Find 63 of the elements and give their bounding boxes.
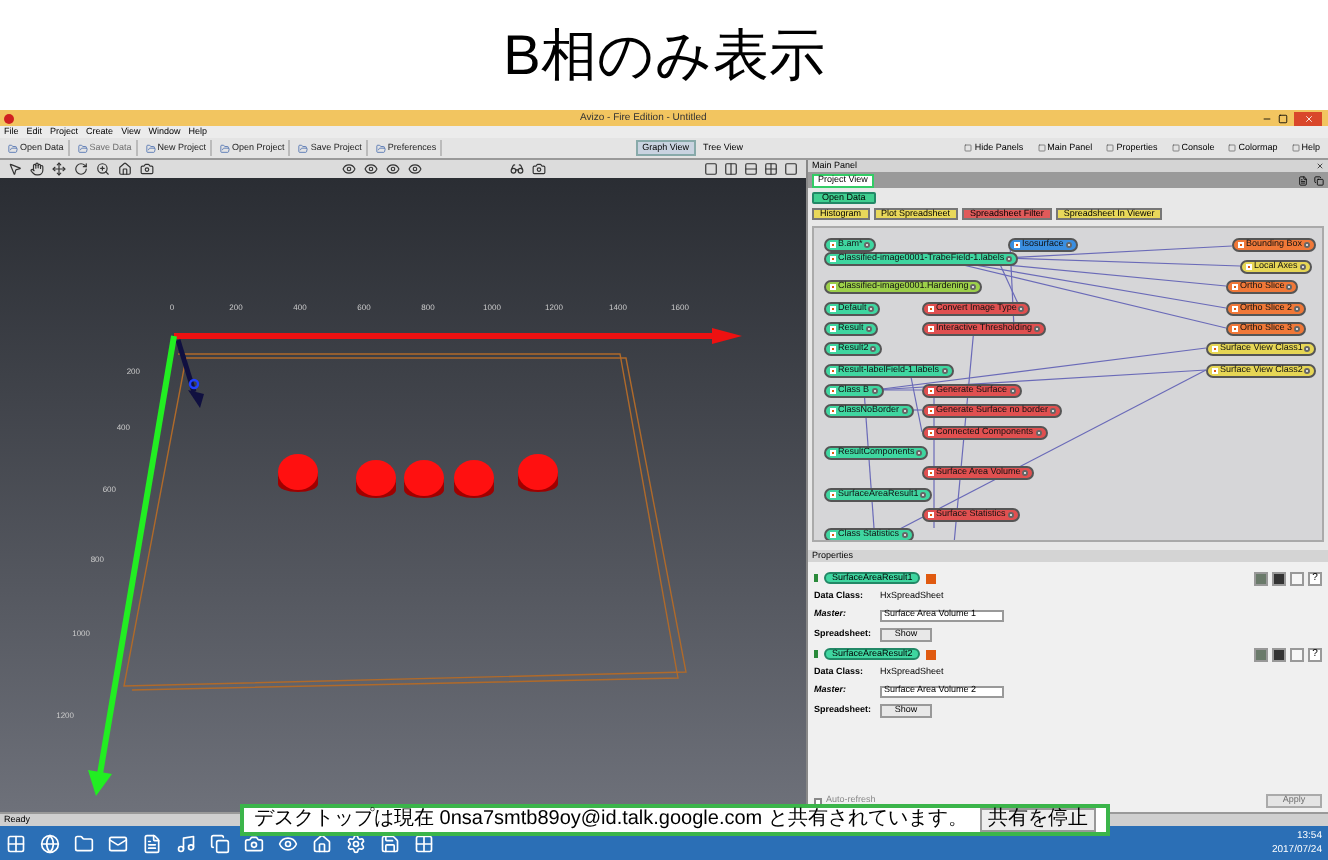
cylinder xyxy=(278,454,318,492)
color-swatch[interactable] xyxy=(926,649,937,659)
layout-icon[interactable] xyxy=(784,162,798,176)
taskbar-app-icon[interactable] xyxy=(380,833,400,853)
folder-icon xyxy=(220,143,231,153)
square-icon[interactable] xyxy=(1272,647,1286,661)
panel-icon xyxy=(1291,144,1300,152)
cylinder xyxy=(404,460,444,498)
taskbar-app-icon[interactable] xyxy=(176,833,196,853)
stop-sharing-button[interactable]: 共有を停止 xyxy=(979,808,1096,832)
viewer-tool-icon[interactable] xyxy=(52,162,66,176)
viewer-tool-icon[interactable] xyxy=(30,162,44,176)
taskbar-app-icon[interactable] xyxy=(346,833,366,853)
taskbar-app-icon[interactable] xyxy=(312,833,332,853)
taskbar-app-icon[interactable] xyxy=(278,833,298,853)
folder-icon xyxy=(298,143,309,153)
taskbar-app-icon[interactable] xyxy=(40,833,60,853)
stereo-icon[interactable] xyxy=(510,162,524,176)
image-icon[interactable] xyxy=(1254,647,1268,661)
layout-icon[interactable] xyxy=(764,162,778,176)
minimize-icon[interactable] xyxy=(1262,113,1272,123)
folder-icon xyxy=(8,143,18,153)
slide-title: B相のみ表示 xyxy=(503,21,825,89)
taskbar-app-icon[interactable] xyxy=(414,833,434,853)
square-icon[interactable] xyxy=(1272,571,1286,585)
panel-icon xyxy=(964,144,973,152)
app-logo-icon xyxy=(4,113,14,123)
taskbar-app-icon[interactable] xyxy=(244,833,264,853)
copy-icon[interactable] xyxy=(1314,176,1324,186)
document-icon[interactable] xyxy=(1298,176,1308,186)
folder-icon xyxy=(77,143,88,153)
taskbar-app-icon[interactable] xyxy=(142,833,162,853)
folder-icon xyxy=(375,143,386,153)
taskbar-app-icon[interactable] xyxy=(210,833,230,853)
view-icon[interactable] xyxy=(386,162,400,176)
panel-icon xyxy=(1037,144,1046,152)
maximize-icon[interactable] xyxy=(1278,113,1288,123)
image-icon[interactable] xyxy=(1254,571,1268,585)
taskbar-app-icon[interactable] xyxy=(108,833,128,853)
viewer-tool-icon[interactable] xyxy=(96,162,110,176)
cylinder xyxy=(518,454,558,492)
cylinder xyxy=(454,460,494,498)
viewer-tool-icon[interactable] xyxy=(118,162,132,176)
panel-icon xyxy=(1228,144,1237,152)
folder-icon xyxy=(145,143,156,153)
notification-text: デスクトップは現在 0nsa7smtb89oy@id.talk.google.com と共有されています。 xyxy=(254,810,968,830)
viewer-tool-icon[interactable] xyxy=(74,162,88,176)
view-icon[interactable] xyxy=(364,162,378,176)
layout-icon[interactable] xyxy=(724,162,738,176)
snapshot-icon[interactable] xyxy=(532,162,546,176)
layout-icon[interactable] xyxy=(744,162,758,176)
cylinder xyxy=(356,460,396,498)
viewer-tool-icon[interactable] xyxy=(140,162,154,176)
panel-icon xyxy=(1106,144,1115,152)
panel-icon xyxy=(1171,144,1180,152)
viewer-tool-icon[interactable] xyxy=(8,162,22,176)
layout-icon[interactable] xyxy=(704,162,718,176)
view-icon[interactable] xyxy=(408,162,422,176)
view-icon[interactable] xyxy=(342,162,356,176)
start-icon[interactable] xyxy=(6,833,26,853)
close-button[interactable] xyxy=(1294,111,1322,125)
color-swatch[interactable] xyxy=(926,573,937,583)
taskbar-app-icon[interactable] xyxy=(74,833,94,853)
